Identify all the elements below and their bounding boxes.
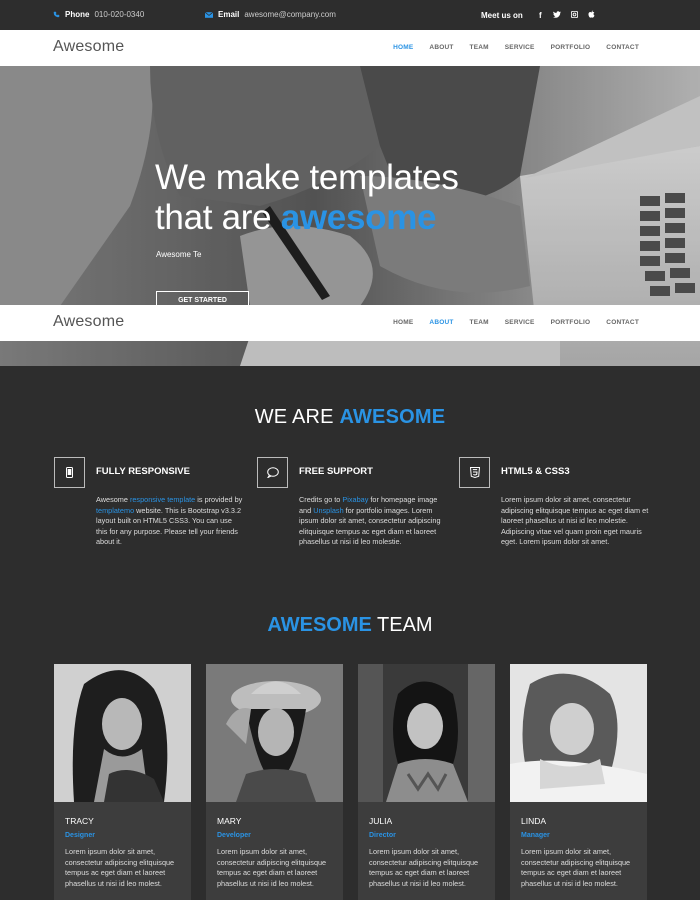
nav-item-service[interactable]: SERVICE (505, 44, 535, 51)
sticky-site-logo[interactable]: Awesome (53, 313, 124, 331)
top-contact-bar: Phone 010-020-0340 Email awesome@company… (0, 0, 700, 30)
team-photo (54, 664, 191, 802)
member-name: JULIA (369, 816, 393, 826)
main-navbar: Awesome HOME ABOUT TEAM SERVICE PORTFOLI… (0, 30, 700, 66)
about-title-prefix: WE ARE (254, 406, 340, 428)
mobile-icon (66, 467, 73, 478)
feature-title: FULLY RESPONSIVE (96, 466, 190, 477)
apple-icon[interactable] (583, 10, 600, 20)
pixabay-link[interactable]: Pixabay (342, 495, 368, 504)
nav-item-home[interactable]: HOME (393, 44, 413, 51)
member-role: Director (369, 832, 396, 839)
nav-item-team[interactable]: TEAM (470, 44, 489, 51)
phone-label: Phone (65, 10, 90, 19)
feature-icon-box (54, 457, 85, 488)
email-info: Email awesome@company.com (205, 10, 336, 19)
nav-item-about[interactable]: ABOUT (429, 44, 453, 51)
sticky-navbar: Awesome HOME ABOUT TEAM SERVICE PORTFOLI… (0, 305, 700, 341)
nav-item-portfolio[interactable]: PORTFOLIO (551, 44, 591, 51)
social-links: Meet us on f (481, 10, 600, 20)
team-title-suffix: TEAM (371, 614, 433, 636)
member-role: Designer (65, 832, 95, 839)
sticky-nav-item-contact[interactable]: CONTACT (606, 319, 639, 326)
nav-item-contact[interactable]: CONTACT (606, 44, 639, 51)
html5-icon (469, 467, 480, 478)
facebook-icon[interactable]: f (532, 11, 549, 20)
envelope-icon (205, 11, 213, 18)
feature-text-part: Awesome (96, 495, 130, 504)
hero-headline-line2: that are awesome (155, 198, 459, 238)
feature-text: Lorem ipsum dolor sit amet, consectetur … (501, 495, 649, 547)
feature-icon-box (459, 457, 490, 488)
feature-text: Credits go to Pixabay for homepage image… (299, 495, 447, 548)
sticky-nav-item-service[interactable]: SERVICE (505, 319, 535, 326)
team-card-mary: MARY Developer Lorem ipsum dolor sit ame… (206, 664, 343, 900)
sticky-nav-item-about[interactable]: ABOUT (429, 319, 453, 326)
templatemo-link[interactable]: templatemo (96, 506, 134, 515)
feature-text-part: is provided by (195, 495, 243, 504)
member-name: MARY (217, 816, 242, 826)
team-photo (510, 664, 647, 802)
member-role: Manager (521, 832, 550, 839)
about-title-highlight: AWESOME (339, 406, 446, 428)
chat-icon (266, 467, 279, 478)
instagram-icon[interactable] (566, 10, 583, 20)
hero-headline-highlight: awesome (280, 198, 437, 237)
team-card-linda: LINDA Manager Lorem ipsum dolor sit amet… (510, 664, 647, 900)
feature-text: Awesome responsive template is provided … (96, 495, 244, 548)
team-photo (206, 664, 343, 802)
sticky-nav-item-portfolio[interactable]: PORTFOLIO (551, 319, 591, 326)
feature-title: HTML5 & CSS3 (501, 466, 570, 477)
meet-us-label: Meet us on (481, 10, 523, 20)
sticky-nav-item-home[interactable]: HOME (393, 319, 413, 326)
sticky-nav-item-team[interactable]: TEAM (470, 319, 489, 326)
site-logo[interactable]: Awesome (53, 38, 124, 56)
phone-value: 010-020-0340 (94, 10, 145, 19)
phone-icon (53, 11, 60, 18)
email-label: Email (218, 10, 240, 19)
hero-headline-line1: We make templates (155, 158, 459, 197)
team-section-title: AWESOME TEAM (0, 614, 700, 637)
member-description: Lorem ipsum dolor sit amet, consectetur … (521, 847, 631, 888)
hero-headline: We make templates that are awesome (155, 158, 459, 238)
about-section-title: WE ARE AWESOME (0, 406, 700, 429)
team-title-highlight: AWESOME (267, 614, 372, 636)
nav-menu: HOME ABOUT TEAM SERVICE PORTFOLIO CONTAC… (377, 44, 639, 51)
hero-headline-prefix: that are (155, 198, 281, 237)
team-photo (358, 664, 495, 802)
member-role: Developer (217, 832, 251, 839)
member-description: Lorem ipsum dolor sit amet, consectetur … (65, 847, 175, 888)
email-value[interactable]: awesome@company.com (244, 10, 336, 19)
unsplash-link[interactable]: Unsplash (313, 506, 343, 515)
twitter-icon[interactable] (549, 10, 566, 20)
member-description: Lorem ipsum dolor sit amet, consectetur … (217, 847, 327, 888)
feature-text-part: Credits go to (299, 495, 343, 504)
hero-subtitle: Awesome Te (156, 250, 202, 259)
member-name: LINDA (521, 816, 547, 826)
feature-icon-box (257, 457, 288, 488)
member-name: TRACY (65, 816, 94, 826)
responsive-template-link[interactable]: responsive template (130, 495, 195, 504)
sticky-nav-menu: HOME ABOUT TEAM SERVICE PORTFOLIO CONTAC… (377, 319, 639, 326)
team-card-tracy: TRACY Designer Lorem ipsum dolor sit ame… (54, 664, 191, 900)
member-description: Lorem ipsum dolor sit amet, consectetur … (369, 847, 479, 888)
feature-title: FREE SUPPORT (299, 466, 373, 477)
phone-info: Phone 010-020-0340 (53, 10, 144, 19)
team-card-julia: JULIA Director Lorem ipsum dolor sit ame… (358, 664, 495, 900)
